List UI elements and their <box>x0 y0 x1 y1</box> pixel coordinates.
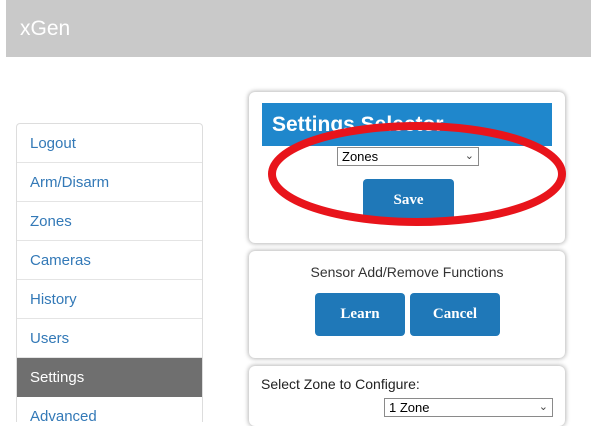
sidebar-item-settings[interactable]: Settings <box>17 358 202 397</box>
zone-dropdown[interactable]: 1 Zone ⌄ <box>384 398 553 417</box>
zone-config-panel: Select Zone to Configure: 1 Zone ⌄ <box>249 366 565 426</box>
zone-config-label: Select Zone to Configure: <box>261 376 420 392</box>
sidebar-item-zones[interactable]: Zones <box>17 202 202 241</box>
save-button[interactable]: Save <box>363 179 454 221</box>
sidebar-item-arm-disarm[interactable]: Arm/Disarm <box>17 163 202 202</box>
chevron-down-icon: ⌄ <box>538 401 548 413</box>
settings-dropdown[interactable]: Zones ⌄ <box>337 147 479 166</box>
app-title: xGen <box>20 17 71 40</box>
sidebar-nav: Logout Arm/Disarm Zones Cameras History … <box>16 123 203 422</box>
sensor-functions-title: Sensor Add/Remove Functions <box>310 264 504 280</box>
sidebar-item-users[interactable]: Users <box>17 319 202 358</box>
sidebar-item-cameras[interactable]: Cameras <box>17 241 202 280</box>
chevron-down-icon: ⌄ <box>464 150 474 162</box>
sidebar-item-logout[interactable]: Logout <box>17 124 202 163</box>
settings-selector-heading: Settings Selector <box>262 103 552 146</box>
top-bar: xGen <box>6 0 591 57</box>
sensor-functions-panel: Sensor Add/Remove Functions Learn Cancel <box>249 251 565 358</box>
settings-selector-panel: Settings Selector Zones ⌄ Save <box>249 92 565 243</box>
settings-dropdown-value: Zones <box>342 149 379 164</box>
cancel-button[interactable]: Cancel <box>410 293 500 336</box>
learn-button[interactable]: Learn <box>315 293 405 336</box>
sidebar-item-advanced[interactable]: Advanced <box>17 397 202 422</box>
zone-dropdown-value: 1 Zone <box>389 400 430 415</box>
sidebar-item-history[interactable]: History <box>17 280 202 319</box>
